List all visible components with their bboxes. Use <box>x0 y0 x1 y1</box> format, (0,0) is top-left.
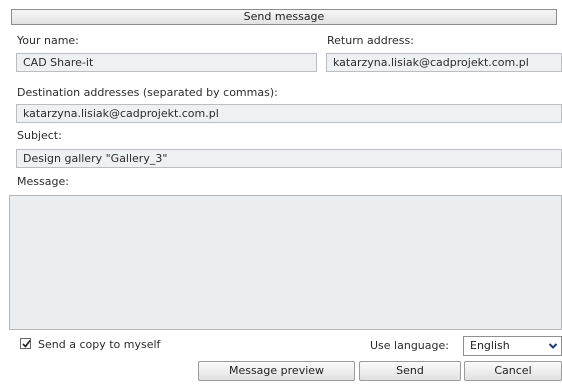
destination-label: Destination addresses (separated by comm… <box>17 86 278 99</box>
destination-field[interactable]: katarzyna.lisiak@cadprojekt.com.pl <box>16 104 562 123</box>
return-address-label: Return address: <box>327 34 414 47</box>
checkmark-icon <box>22 340 31 348</box>
language-select-value: English <box>470 339 510 352</box>
cancel-button[interactable]: Cancel <box>464 361 562 381</box>
your-name-field[interactable]: CAD Share-it <box>16 53 317 72</box>
send-copy-checkbox[interactable] <box>20 338 31 349</box>
subject-label: Subject: <box>17 129 62 142</box>
language-select[interactable]: English <box>463 336 562 356</box>
message-textarea[interactable] <box>9 195 562 330</box>
your-name-label: Your name: <box>17 34 79 47</box>
chevron-down-icon <box>548 343 558 349</box>
send-button[interactable]: Send <box>359 361 461 381</box>
language-label: Use language: <box>370 339 449 352</box>
send-copy-label: Send a copy to myself <box>38 338 161 351</box>
subject-field[interactable]: Design gallery "Gallery_3" <box>16 149 562 168</box>
window-title: Send message <box>11 9 557 25</box>
message-label: Message: <box>17 175 69 188</box>
message-preview-button[interactable]: Message preview <box>198 361 355 381</box>
return-address-field[interactable]: katarzyna.lisiak@cadprojekt.com.pl <box>326 53 562 72</box>
